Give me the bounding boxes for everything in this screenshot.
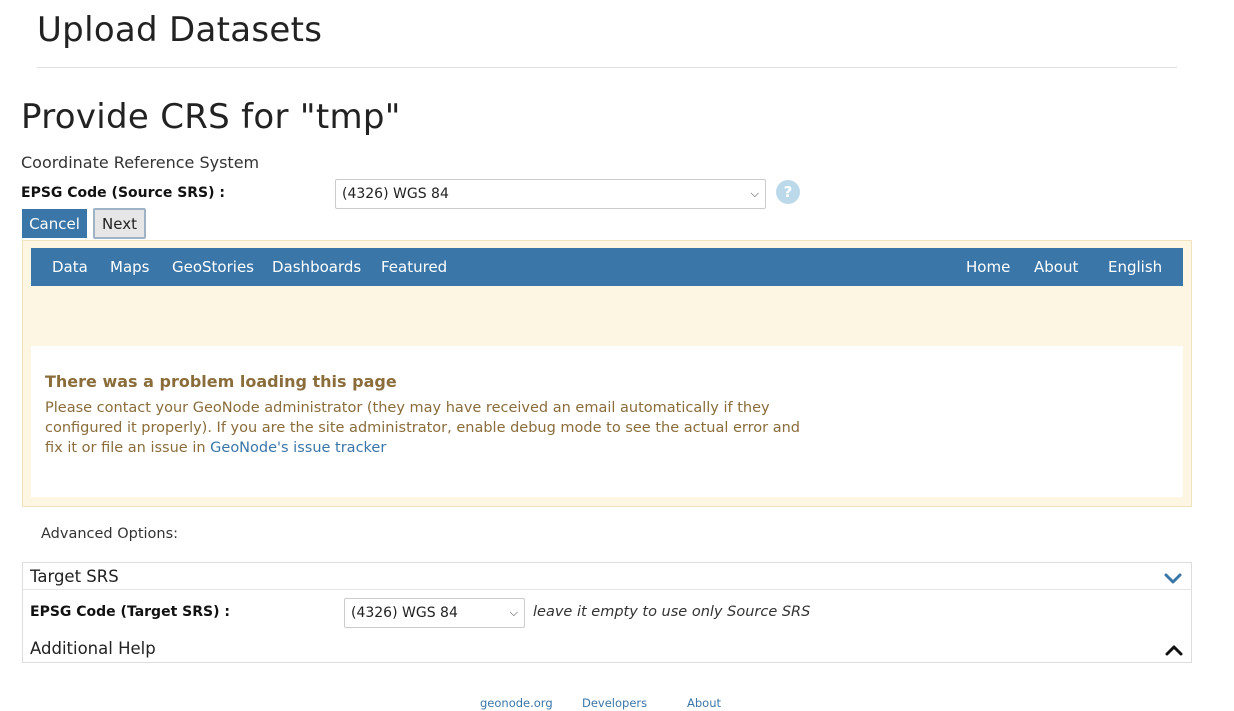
next-button[interactable]: Next xyxy=(93,208,146,239)
nav-item-home[interactable]: Home xyxy=(966,258,1010,276)
nav-item-language[interactable]: English xyxy=(1108,258,1162,276)
error-description: Please contact your GeoNode administrato… xyxy=(45,400,800,456)
source-srs-value: (4326) WGS 84 xyxy=(342,186,449,202)
help-icon[interactable]: ? xyxy=(776,180,800,204)
source-srs-select[interactable]: (4326) WGS 84 ⌵ xyxy=(335,179,766,209)
footer-link-developers[interactable]: Developers xyxy=(582,696,647,710)
nav-item-about[interactable]: About xyxy=(1034,258,1078,276)
target-srs-title[interactable]: Target SRS xyxy=(30,567,119,586)
target-srs-value: (4326) WGS 84 xyxy=(351,605,458,621)
source-srs-label: EPSG Code (Source SRS) : xyxy=(21,185,226,201)
additional-help-title[interactable]: Additional Help xyxy=(30,639,156,658)
chevron-down-icon: ⌵ xyxy=(750,187,759,200)
title-divider xyxy=(37,67,1177,68)
target-srs-hint: leave it empty to use only Source SRS xyxy=(533,604,811,620)
nav-item-geostories[interactable]: GeoStories xyxy=(172,258,254,276)
crs-heading: Provide CRS for "tmp" xyxy=(21,97,401,137)
crs-subheading: Coordinate Reference System xyxy=(21,153,260,172)
issue-tracker-link[interactable]: GeoNode's issue tracker xyxy=(210,440,386,456)
footer-link-about[interactable]: About xyxy=(687,696,721,710)
cancel-button[interactable]: Cancel xyxy=(22,209,87,238)
nav-item-maps[interactable]: Maps xyxy=(110,258,149,276)
panel-divider xyxy=(22,589,1192,590)
error-title: There was a problem loading this page xyxy=(45,372,397,391)
chevron-down-icon[interactable] xyxy=(1163,569,1183,589)
page-title: Upload Datasets xyxy=(37,10,323,50)
nav-item-dashboards[interactable]: Dashboards xyxy=(272,258,361,276)
nav-item-data[interactable]: Data xyxy=(52,258,88,276)
footer-link-geonode[interactable]: geonode.org xyxy=(480,696,553,710)
nav-item-featured[interactable]: Featured xyxy=(381,258,447,276)
target-srs-select[interactable]: (4326) WGS 84 ⌵ xyxy=(344,598,525,628)
target-srs-label: EPSG Code (Target SRS) : xyxy=(30,604,230,620)
chevron-down-icon: ⌵ xyxy=(509,606,518,619)
chevron-up-icon[interactable] xyxy=(1164,641,1184,659)
error-text: Please contact your GeoNode administrato… xyxy=(45,398,805,458)
advanced-options-label: Advanced Options: xyxy=(41,526,179,542)
